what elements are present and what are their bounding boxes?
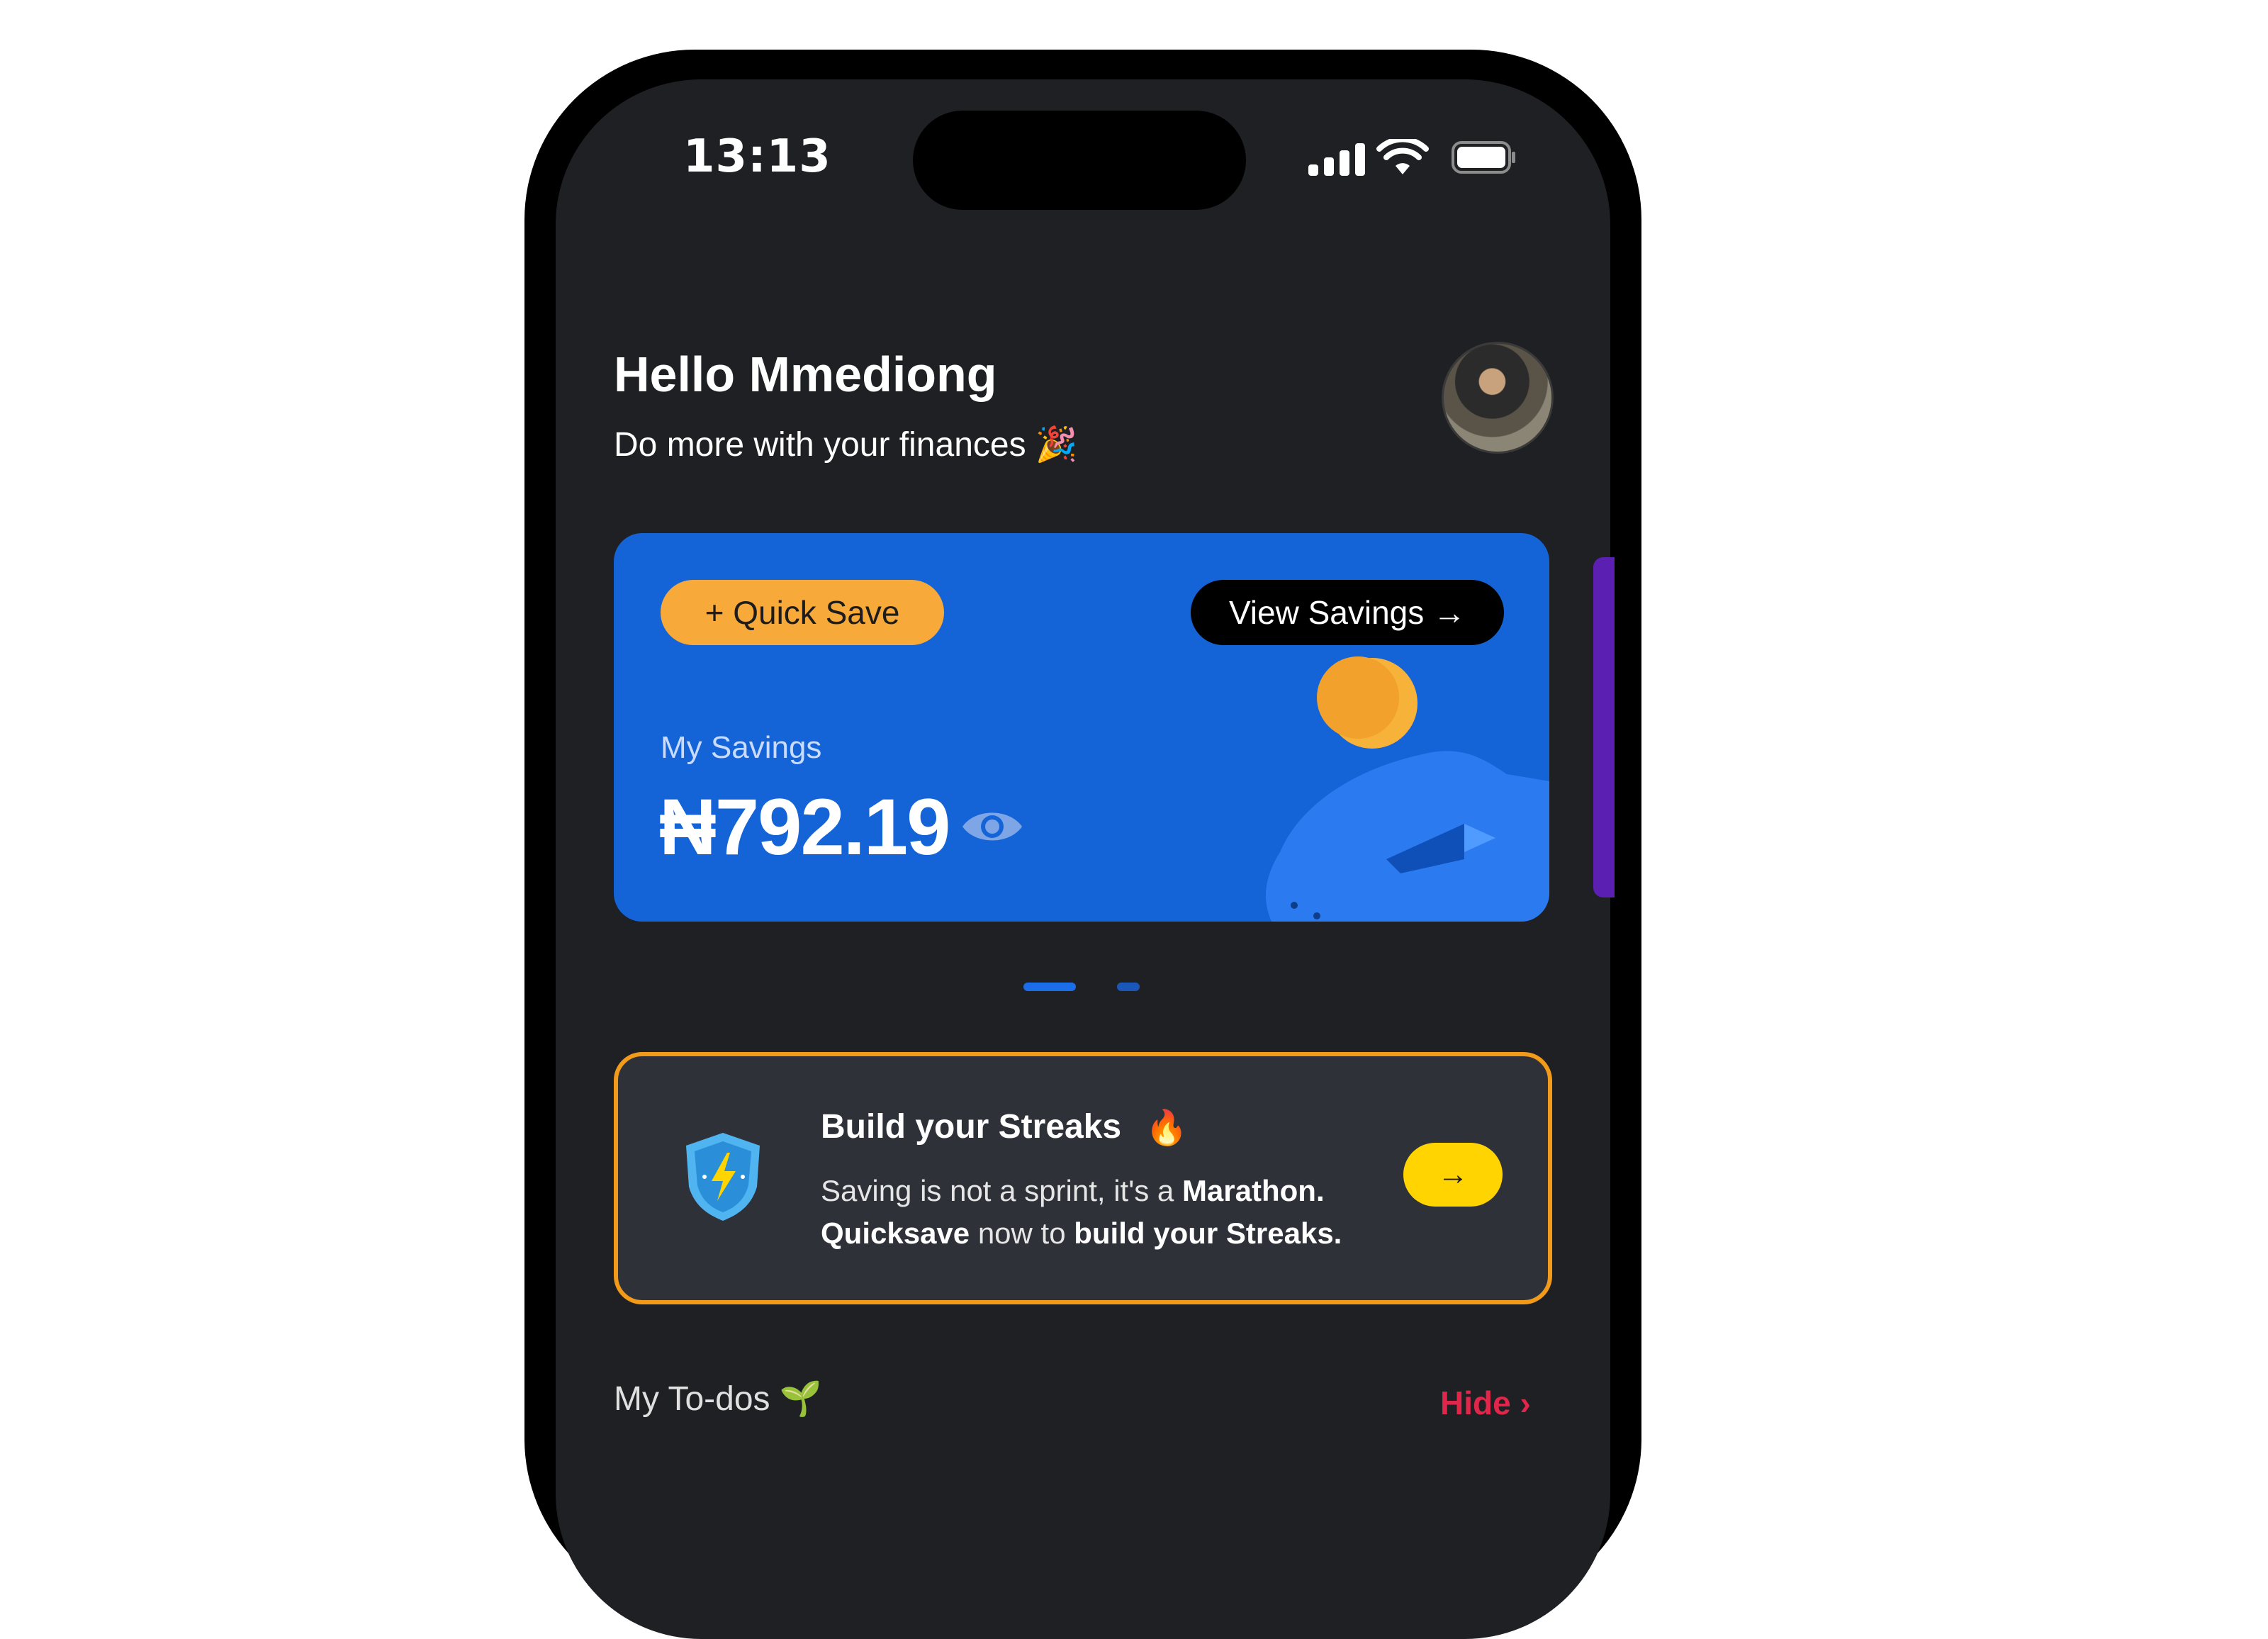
wifi-icon <box>1376 139 1429 174</box>
next-card-peek[interactable] <box>1593 557 1615 897</box>
view-savings-button[interactable]: View Savings → <box>1191 580 1504 645</box>
streak-title: Build your Streaks <box>821 1108 1122 1146</box>
piggy-bank-illustration <box>1266 656 1549 922</box>
hide-todos-link[interactable]: Hide › <box>1440 1384 1531 1422</box>
quick-save-button[interactable]: + Quick Save <box>661 580 944 645</box>
status-time: 13:13 <box>683 130 831 183</box>
savings-label: My Savings <box>661 730 822 765</box>
greeting-title: Hello Mmediong <box>614 347 997 402</box>
streak-card[interactable]: Build your Streaks 🔥 Saving is not a spr… <box>614 1052 1552 1304</box>
eye-icon[interactable] <box>960 805 1025 848</box>
battery-icon <box>1452 141 1515 174</box>
dynamic-island <box>913 111 1246 210</box>
fire-icon: 🔥 <box>1145 1108 1188 1148</box>
carousel-dot[interactable] <box>1117 983 1140 991</box>
carousel-dot-active[interactable] <box>1023 983 1076 991</box>
shield-lightning-icon <box>686 1133 760 1221</box>
greeting-subtitle: Do more with your finances 🎉 <box>614 426 1078 464</box>
streak-body: Saving is not a sprint, it's a Marathon.… <box>821 1174 1342 1250</box>
streak-arrow-button[interactable]: → <box>1403 1143 1503 1207</box>
profile-avatar[interactable] <box>1442 342 1554 454</box>
todos-title: My To-dos 🌱 <box>614 1380 822 1418</box>
cellular-signal-icon <box>1308 139 1365 176</box>
savings-amount: ₦792.19 <box>659 783 950 871</box>
savings-card[interactable]: + Quick Save View Savings → My Savings ₦… <box>614 533 1549 922</box>
